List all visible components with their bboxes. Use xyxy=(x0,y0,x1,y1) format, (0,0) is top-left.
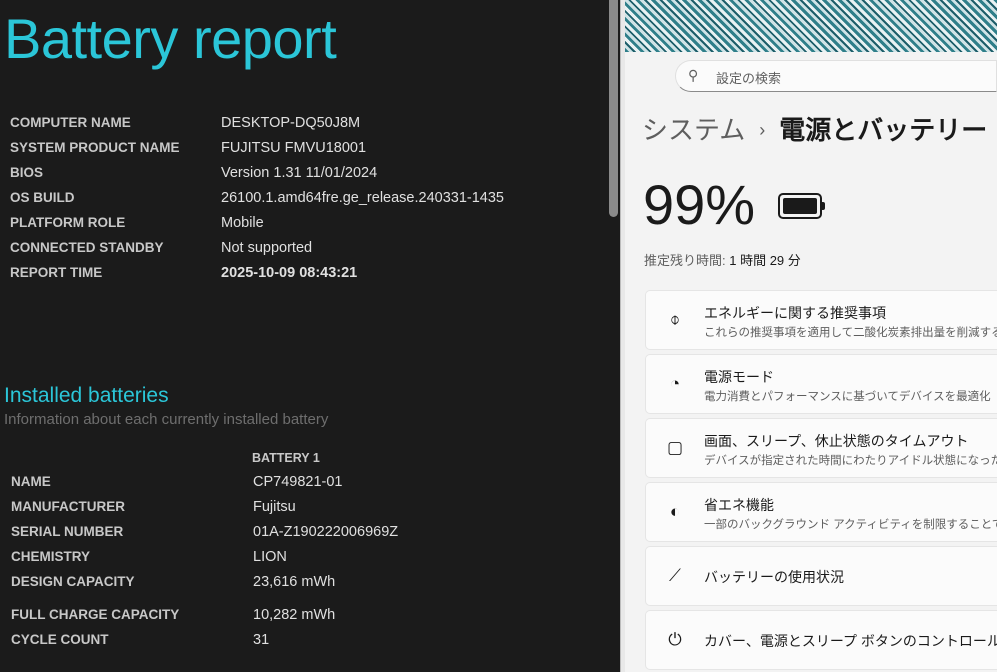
report-title: Battery report xyxy=(4,7,337,70)
battery-saver-icon: ◐ xyxy=(669,502,681,521)
scrollbar-thumb[interactable] xyxy=(609,0,618,217)
row-label: CHEMISTRY xyxy=(11,549,91,564)
settings-card[interactable]: ▢ 画面、スリープ、休止状態のタイムアウトデバイスが指定された時間にわたりアイドル… xyxy=(645,418,997,478)
row-value: 26100.1.amd64fre.ge_release.240331-1435 xyxy=(221,190,504,206)
breadcrumb-system[interactable]: システム xyxy=(642,115,745,145)
wallpaper-banner xyxy=(625,0,997,52)
row-label: REPORT TIME xyxy=(10,265,103,280)
row-value: 01A-Z190222006969Z xyxy=(253,524,399,540)
row-label: FULL CHARGE CAPACITY xyxy=(11,607,180,622)
row-label: BIOS xyxy=(10,165,44,180)
settings-search-input[interactable]: ⚲ 設定の検索 xyxy=(675,60,997,92)
row-value: 31 xyxy=(253,632,270,648)
row-label: SERIAL NUMBER xyxy=(11,524,124,539)
battery-report-page: Battery report COMPUTER NAME DESKTOP-DQ50… xyxy=(0,0,606,672)
row-value: 10,282 mWh xyxy=(253,607,336,623)
estimated-time-remaining: 推定残り時間: 1 時間 29 分 xyxy=(644,250,801,269)
row-value: LION xyxy=(253,549,287,565)
power-button-icon: ⏻ xyxy=(668,630,682,649)
card-description: 一部のバックグラウンド アクティビティを制限することで、電力消費を抑える xyxy=(704,519,997,531)
search-placeholder: 設定の検索 xyxy=(716,71,782,86)
settings-card[interactable]: ◔ 電源モード電力消費とパフォーマンスに基づいてデバイスを最適化 xyxy=(645,354,997,414)
settings-card[interactable]: ◐ 省エネ機能一部のバックグラウンド アクティビティを制限することで、電力消費を抑… xyxy=(645,482,997,542)
row-value: Version 1.31 11/01/2024 xyxy=(221,165,378,181)
screen-sleep-icon: ▢ xyxy=(666,438,684,457)
row-label: PLATFORM ROLE xyxy=(10,215,126,230)
row-label: OS BUILD xyxy=(10,190,75,205)
settings-card[interactable]: ⌽ エネルギーに関する推奨事項これらの推奨事項を適用して二酸化炭素排出量を削減する xyxy=(645,290,997,350)
installed-batteries-subtitle: Information about each currently install… xyxy=(4,411,329,428)
row-value: Mobile xyxy=(221,215,264,231)
battery-column-header: BATTERY 1 xyxy=(252,451,320,465)
row-value: Fujitsu xyxy=(253,499,296,515)
card-description: これらの推奨事項を適用して二酸化炭素排出量を削減する xyxy=(704,327,997,339)
settings-card[interactable]: ⟋ バッテリーの使用状況 xyxy=(645,546,997,606)
row-label: COMPUTER NAME xyxy=(10,115,131,130)
estimate-label: 推定残り時間: xyxy=(644,253,726,268)
chevron-right-icon: › xyxy=(759,120,766,140)
row-value: DESKTOP-DQ50J8M xyxy=(221,115,361,131)
card-description: デバイスが指定された時間にわたりアイドル状態になった場合の動作 xyxy=(704,455,997,467)
row-value: Not supported xyxy=(221,240,313,256)
chart-icon: ⟋ xyxy=(669,566,681,585)
page-title: 電源とバッテリー xyxy=(779,115,988,145)
row-label: DESIGN CAPACITY xyxy=(11,574,135,589)
battery-icon xyxy=(778,193,825,219)
battery-percent: 99% xyxy=(643,173,756,236)
breadcrumb: システム › 電源とバッテリー xyxy=(642,110,987,147)
row-value: FUJITSU FMVU18001 xyxy=(221,140,367,156)
row-value: 23,616 mWh xyxy=(253,574,336,590)
card-title: 画面、スリープ、休止状態のタイムアウト xyxy=(704,433,969,449)
card-title: カバー、電源とスリープ ボタンのコントロール xyxy=(704,633,997,649)
row-value: CP749821-01 xyxy=(253,474,343,490)
row-value: 2025-10-09 08:43:21 xyxy=(221,265,358,281)
row-label: SYSTEM PRODUCT NAME xyxy=(10,140,180,155)
card-title: 省エネ機能 xyxy=(704,497,774,513)
card-title: バッテリーの使用状況 xyxy=(704,569,844,585)
row-label: CONNECTED STANDBY xyxy=(10,240,164,255)
installed-batteries-heading: Installed batteries xyxy=(4,384,169,407)
card-title: エネルギーに関する推奨事項 xyxy=(704,305,886,321)
estimate-value: 1 時間 29 分 xyxy=(729,253,801,268)
search-icon: ⚲ xyxy=(688,67,699,83)
settings-card[interactable]: ⏻ カバー、電源とスリープ ボタンのコントロール xyxy=(645,610,997,670)
card-description: 電力消費とパフォーマンスに基づいてデバイスを最適化 xyxy=(704,391,991,403)
leaf-icon: ⌽ xyxy=(669,310,681,329)
settings-window: ⚲ 設定の検索 システム › 電源とバッテリー 99% 推定残り時間: 1 時間 2… xyxy=(625,0,997,672)
row-label: CYCLE COUNT xyxy=(11,632,109,647)
card-title: 電源モード xyxy=(704,369,774,385)
gauge-icon: ◔ xyxy=(669,374,681,393)
row-label: MANUFACTURER xyxy=(11,499,125,514)
row-label: NAME xyxy=(11,474,51,489)
